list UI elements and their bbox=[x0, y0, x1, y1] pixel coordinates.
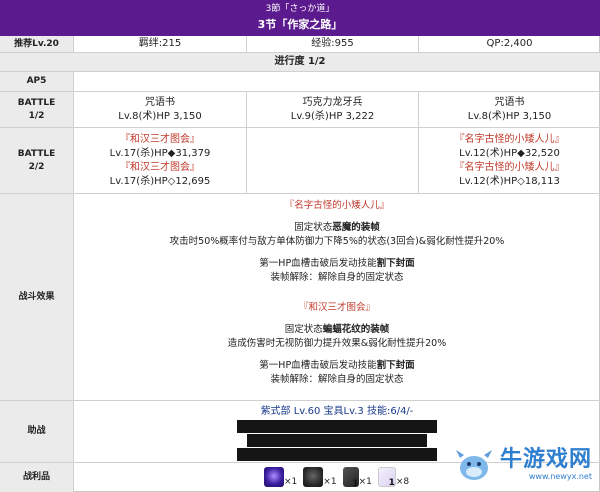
battle-effects-content: 『名字古怪的小矮人儿』 固定状态恶魔的装帧 攻击时50%概率付与敌方单体防御力下… bbox=[74, 194, 600, 400]
enemy-name: 『名字古怪的小矮人儿』 bbox=[454, 161, 565, 173]
quest-subtitle: 3節「さっか道」 bbox=[265, 4, 335, 14]
purple-gem-icon bbox=[264, 467, 284, 487]
loot-item: ×1 bbox=[264, 467, 297, 487]
ap-label: AP5 bbox=[0, 72, 74, 91]
enemy-stats: Lv.12(术)HP◆32,520 bbox=[459, 147, 560, 159]
enemy-2-middle bbox=[246, 128, 418, 193]
enemy-stats: Lv.17(杀)HP◆31,379 bbox=[109, 147, 211, 159]
enemy-stats: Lv.12(术)HP◇18,113 bbox=[459, 175, 560, 187]
recommended-level-label: 推荐Lv.20 bbox=[0, 36, 74, 52]
dark-bar-icon: 1 bbox=[342, 467, 359, 489]
enemy-stats: Lv.8(术)HP 3,150 bbox=[467, 110, 552, 122]
enemy-2-right: 『名字古怪的小矮人儿』 Lv.12(术)HP◆32,520 『名字古怪的小矮人儿… bbox=[418, 128, 600, 193]
effect-line: 固定状态蝙蝠花纹的装帧 bbox=[284, 324, 390, 335]
battle-2-row: BATTLE 2/2 『和汉三才图会』 Lv.17(杀)HP◆31,379 『和汉… bbox=[0, 128, 600, 194]
scroll-icon: 1 bbox=[377, 467, 396, 488]
qp-value: QP:2,400 bbox=[418, 36, 600, 52]
battle-2-label: BATTLE 2/2 bbox=[0, 128, 74, 193]
enemy-stats: Lv.9(杀)HP 3,222 bbox=[290, 110, 375, 122]
support-label: 助战 bbox=[0, 401, 74, 462]
redaction-bar bbox=[247, 434, 427, 447]
battle-effects-label: 战斗效果 bbox=[0, 194, 74, 400]
enemy-name: 咒语书 bbox=[494, 96, 525, 108]
enemy-name: 『和汉三才图会』 bbox=[120, 133, 200, 145]
progress-text: 进行度 1/2 bbox=[274, 56, 326, 67]
effect-line: 攻击时50%概率付与敌方单体防御力下降5%的状态(3回合)&弱化耐性提升20% bbox=[169, 236, 505, 247]
loot-item: ×1 bbox=[303, 467, 337, 487]
loot-items: ×1 ×1 1 ×1 1 ×8 bbox=[264, 467, 409, 489]
watermark-url: www.newyx.net bbox=[528, 471, 592, 481]
quest-title: 3节「作家之路」 bbox=[257, 18, 343, 31]
enemy-1-1: 咒语书 Lv.8(术)HP 3,150 bbox=[74, 92, 246, 127]
watermark-text: 牛游戏网 bbox=[499, 446, 592, 472]
redaction-bar bbox=[237, 420, 437, 433]
support-servant: 紫式部 Lv.60 宝具Lv.3 技能:6/4/- bbox=[260, 406, 414, 417]
loot-item: 1 ×1 bbox=[342, 467, 372, 489]
enemy-1-3: 咒语书 Lv.8(术)HP 3,150 bbox=[418, 92, 600, 127]
progress-row: 进行度 1/2 bbox=[0, 53, 600, 72]
effect-line: 装帧解除：解除自身的固定状态 bbox=[270, 374, 404, 385]
loot-item: 1 ×8 bbox=[377, 467, 409, 488]
effect-title: 『名字古怪的小矮人儿』 bbox=[284, 200, 390, 211]
enemy-name: 咒语书 bbox=[145, 96, 175, 108]
effect-line: 固定状态恶魔的装帧 bbox=[294, 222, 380, 233]
site-watermark: 牛游戏网 www.newyx.net bbox=[452, 444, 592, 484]
effect-line: 装帧解除：解除自身的固定状态 bbox=[270, 272, 404, 283]
cow-logo-icon bbox=[455, 450, 492, 480]
enemy-2-left: 『和汉三才图会』 Lv.17(杀)HP◆31,379 『和汉三才图会』 Lv.1… bbox=[74, 128, 246, 193]
enemy-stats: Lv.17(杀)HP◇12,695 bbox=[109, 175, 211, 187]
effect-line: 第一HP血槽击破后发动技能割下封面 bbox=[259, 360, 415, 371]
enemy-name: 『和汉三才图会』 bbox=[120, 161, 200, 173]
info-row: 推荐Lv.20 羁绊:215 经验:955 QP:2,400 bbox=[0, 36, 600, 53]
effect-line: 造成伤害时无视防御力提升效果&弱化耐性提升20% bbox=[227, 338, 447, 349]
battle-effects-row: 战斗效果 『名字古怪的小矮人儿』 固定状态恶魔的装帧 攻击时50%概率付与敌方单… bbox=[0, 194, 600, 401]
enemy-name: 巧克力龙牙兵 bbox=[302, 96, 363, 108]
battle-1-row: BATTLE 1/2 咒语书 Lv.8(术)HP 3,150 巧克力龙牙兵 Lv.… bbox=[0, 92, 600, 128]
dark-orb-icon bbox=[303, 467, 324, 487]
enemy-stats: Lv.8(术)HP 3,150 bbox=[118, 110, 202, 122]
exp-value: 经验:955 bbox=[246, 36, 418, 52]
effect-title: 『和汉三才图会』 bbox=[298, 302, 375, 313]
loot-label: 战利品 bbox=[0, 463, 74, 492]
redaction-bar bbox=[237, 448, 437, 461]
quest-header: 3節「さっか道」 3节「作家之路」 bbox=[0, 0, 600, 36]
enemy-1-2: 巧克力龙牙兵 Lv.9(杀)HP 3,222 bbox=[246, 92, 418, 127]
bond-value: 羁绊:215 bbox=[138, 38, 182, 49]
ap-row: AP5 bbox=[0, 72, 600, 92]
effect-line: 第一HP血槽击破后发动技能割下封面 bbox=[259, 258, 415, 269]
battle-1-label: BATTLE 1/2 bbox=[0, 92, 74, 127]
enemy-name: 『名字古怪的小矮人儿』 bbox=[454, 133, 565, 145]
